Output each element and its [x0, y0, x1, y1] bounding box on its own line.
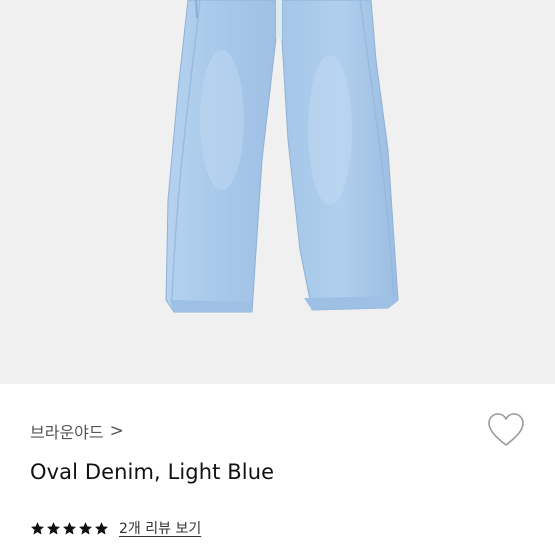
reviews-link[interactable]: 2개 리뷰 보기	[119, 518, 201, 538]
chevron-right-icon: >	[109, 420, 124, 441]
brand-name: 브라운야드	[30, 423, 104, 442]
star-icon	[31, 521, 44, 534]
heart-outline-icon	[488, 413, 524, 446]
star-rating	[30, 521, 109, 536]
wishlist-heart-button[interactable]	[487, 412, 525, 448]
rating-row: 2개 리뷰 보기	[30, 518, 201, 538]
brand-link[interactable]: 브라운야드 >	[30, 419, 124, 443]
jeans-illustration	[165, 0, 399, 313]
product-title: Oval Denim, Light Blue	[30, 460, 275, 484]
product-image[interactable]	[0, 0, 555, 384]
star-icon	[63, 521, 76, 534]
star-icon	[47, 521, 60, 534]
star-icon	[79, 521, 92, 534]
star-icon	[95, 521, 108, 534]
